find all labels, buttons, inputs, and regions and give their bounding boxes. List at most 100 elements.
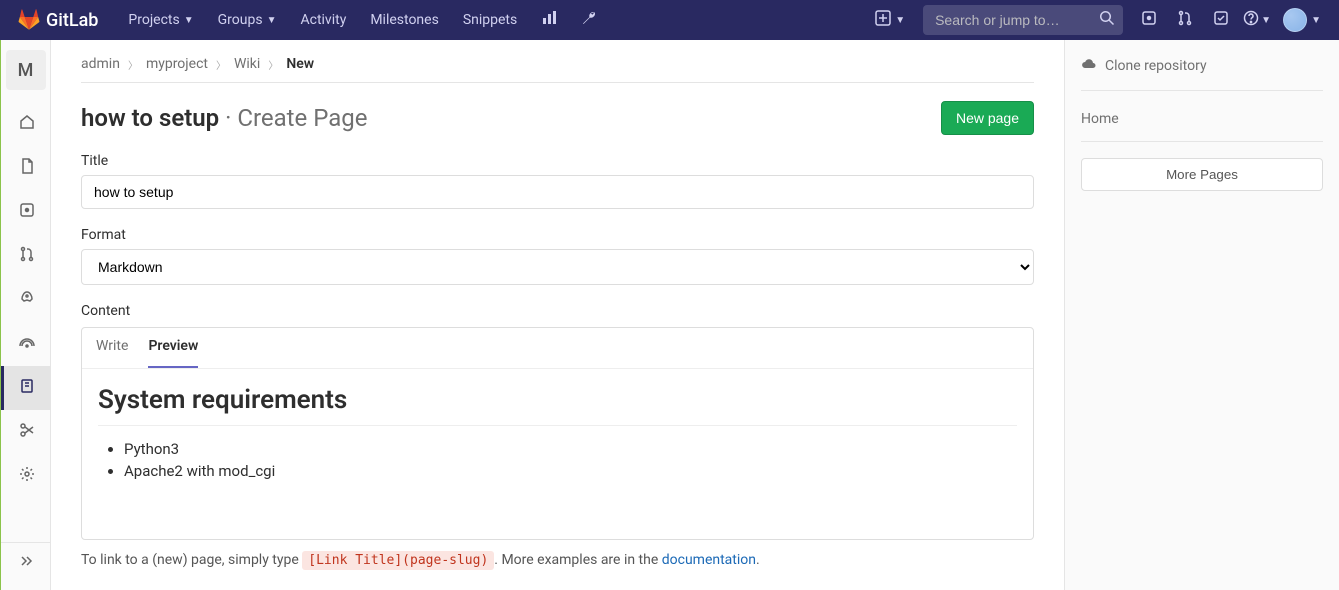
page-title-suffix: · Create Page [219, 104, 367, 132]
breadcrumb-wiki[interactable]: Wiki [234, 56, 260, 72]
preview-list: Python3 Apache2 with mod_cgi [98, 440, 1017, 480]
sidebar-settings[interactable] [1, 454, 51, 498]
todos-shortcut[interactable] [1203, 0, 1239, 40]
new-dropdown[interactable]: ▼ [865, 0, 915, 40]
tab-preview[interactable]: Preview [148, 338, 198, 368]
format-select[interactable]: Markdown [81, 249, 1034, 285]
nav-left-group: Projects ▼ Groups ▼ Activity Milestones Sn… [116, 0, 609, 40]
issues-shortcut[interactable] [1131, 0, 1167, 40]
sidebar-operations[interactable] [1, 322, 51, 366]
nav-projects[interactable]: Projects ▼ [116, 0, 205, 40]
operations-icon [19, 334, 35, 354]
top-navbar: GitLab Projects ▼ Groups ▼ Activity Milest… [0, 0, 1339, 40]
sidebar-overview[interactable] [1, 102, 51, 146]
project-avatar[interactable]: M [6, 50, 46, 90]
sidebar-issues[interactable] [1, 190, 51, 234]
question-icon [1243, 10, 1259, 30]
tanuki-icon [18, 9, 40, 31]
clone-label: Clone repository [1105, 58, 1207, 74]
breadcrumb-current: New [286, 56, 314, 72]
page-title: how to setup [81, 104, 219, 132]
brand-text: GitLab [46, 10, 98, 31]
help-code: [Link Title](page-slug) [302, 551, 494, 570]
sidebar-snippets[interactable] [1, 410, 51, 454]
nav-right-group: ▼ ▼ ▼ [865, 0, 1329, 40]
issues-icon [1141, 10, 1157, 30]
sidebar-repository[interactable] [1, 146, 51, 190]
nav-milestones-label: Milestones [370, 12, 439, 28]
title-input[interactable] [81, 175, 1034, 209]
chevron-down-icon: ▼ [1261, 15, 1271, 26]
help-doc-link[interactable]: documentation [662, 552, 756, 568]
help-text: To link to a (new) page, simply type [Li… [81, 552, 1034, 568]
book-icon [19, 378, 35, 398]
wrench-icon [581, 10, 597, 30]
new-page-button[interactable]: New page [941, 101, 1034, 135]
rocket-icon [19, 290, 35, 310]
chevron-down-icon: ▼ [267, 15, 277, 26]
nav-analytics[interactable] [529, 0, 569, 40]
nav-admin[interactable] [569, 0, 609, 40]
breadcrumb-sep: 〉 [268, 57, 278, 72]
format-label: Format [81, 227, 1034, 243]
chart-icon [541, 10, 557, 30]
wiki-sidebar: Clone repository Home More Pages [1064, 40, 1339, 590]
sidebar-wiki[interactable] [1, 366, 51, 410]
chevron-down-icon: ▼ [1311, 15, 1321, 26]
merge-request-icon [1177, 10, 1193, 30]
sidebar-collapse[interactable] [1, 542, 51, 582]
gear-icon [19, 466, 35, 486]
nav-activity[interactable]: Activity [288, 0, 358, 40]
clone-repository-link[interactable]: Clone repository [1081, 56, 1323, 91]
issues-icon [19, 202, 35, 222]
main-content: admin 〉 myproject 〉 Wiki 〉 New how to se… [51, 40, 1064, 590]
list-item: Apache2 with mod_cgi [124, 462, 1017, 480]
preview-heading: System requirements [98, 385, 1017, 426]
title-label: Title [81, 153, 1034, 169]
project-sidebar: M [1, 40, 51, 590]
list-item: Python3 [124, 440, 1017, 458]
nav-snippets[interactable]: Snippets [451, 0, 529, 40]
nav-activity-label: Activity [300, 12, 346, 28]
wiki-home-link[interactable]: Home [1081, 105, 1323, 142]
chevron-double-right-icon [18, 553, 34, 573]
breadcrumb-admin[interactable]: admin [81, 56, 120, 72]
sidebar-ci-cd[interactable] [1, 278, 51, 322]
merge-request-icon [19, 246, 35, 266]
breadcrumb-project[interactable]: myproject [146, 56, 208, 72]
merge-requests-shortcut[interactable] [1167, 0, 1203, 40]
help-suffix: . [756, 552, 760, 568]
nav-groups[interactable]: Groups ▼ [206, 0, 289, 40]
avatar [1283, 8, 1307, 32]
content-editor: Write Preview System requirements Python… [81, 327, 1034, 540]
cloud-download-icon [1081, 56, 1097, 76]
preview-body: System requirements Python3 Apache2 with… [82, 369, 1033, 539]
scissors-icon [19, 422, 35, 442]
gitlab-logo[interactable]: GitLab [10, 9, 106, 31]
todo-icon [1213, 10, 1229, 30]
help-middle: . More examples are in the [494, 552, 661, 568]
tab-write[interactable]: Write [96, 338, 128, 368]
title-row: how to setup · Create Page New page [81, 101, 1034, 135]
more-pages-button[interactable]: More Pages [1081, 158, 1323, 191]
search-input[interactable] [923, 12, 1123, 28]
breadcrumb-sep: 〉 [128, 57, 138, 72]
breadcrumb: admin 〉 myproject 〉 Wiki 〉 New [81, 50, 1034, 83]
search-icon[interactable] [1099, 10, 1115, 30]
breadcrumb-sep: 〉 [216, 57, 226, 72]
help-dropdown[interactable]: ▼ [1239, 0, 1275, 40]
file-icon [19, 158, 35, 178]
editor-tabs: Write Preview [82, 328, 1033, 369]
help-prefix: To link to a (new) page, simply type [81, 552, 302, 568]
chevron-down-icon: ▼ [184, 15, 194, 26]
search-box[interactable] [923, 5, 1123, 35]
content-label: Content [81, 303, 1034, 319]
nav-snippets-label: Snippets [463, 12, 517, 28]
nav-projects-label: Projects [128, 12, 179, 28]
nav-groups-label: Groups [218, 12, 263, 28]
user-menu[interactable]: ▼ [1275, 8, 1329, 32]
plus-square-icon [875, 10, 891, 30]
nav-milestones[interactable]: Milestones [358, 0, 451, 40]
sidebar-merge-requests[interactable] [1, 234, 51, 278]
chevron-down-icon: ▼ [895, 15, 905, 26]
